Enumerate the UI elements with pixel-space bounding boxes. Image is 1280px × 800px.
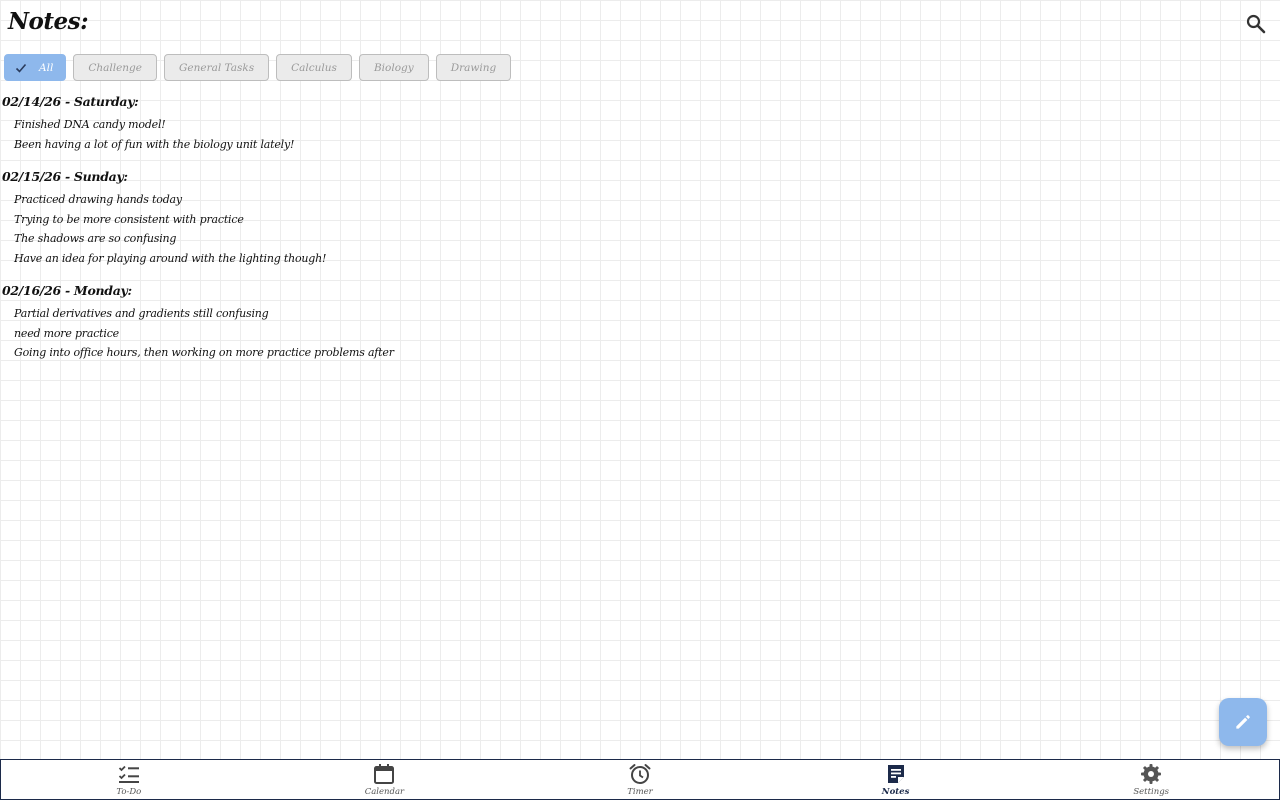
filter-chip-label: Calculus bbox=[291, 61, 337, 74]
note-entry[interactable]: Going into office hours, then working on… bbox=[2, 343, 394, 363]
filter-chip-calculus[interactable]: Calculus bbox=[276, 54, 352, 81]
note-entry[interactable]: Practiced drawing hands today bbox=[2, 190, 394, 210]
gear-icon bbox=[1141, 764, 1162, 784]
nav-label: Timer bbox=[627, 787, 653, 797]
note-date-heading[interactable]: 02/15/26 - Sunday: bbox=[2, 168, 394, 190]
note-entry[interactable]: Have an idea for playing around with the… bbox=[2, 249, 394, 269]
filter-chips: All Challenge General Tasks Calculus Bio… bbox=[4, 54, 512, 81]
nav-item-todo[interactable]: To-Do bbox=[1, 760, 257, 799]
filter-chip-all[interactable]: All bbox=[4, 54, 67, 81]
nav-item-settings[interactable]: Settings bbox=[1023, 760, 1279, 799]
filter-chip-label: Biology bbox=[373, 61, 414, 74]
note-day: 02/16/26 - Monday: Partial derivatives a… bbox=[2, 282, 394, 363]
alarm-clock-icon bbox=[629, 764, 651, 784]
pencil-icon bbox=[1236, 715, 1250, 729]
note-date-heading[interactable]: 02/16/26 - Monday: bbox=[2, 282, 394, 304]
note-day: 02/14/26 - Saturday: Finished DNA candy … bbox=[2, 93, 394, 154]
check-icon bbox=[15, 63, 27, 73]
new-note-button[interactable] bbox=[1219, 698, 1267, 746]
page-title: Notes: bbox=[8, 8, 89, 35]
filter-chip-label: General Tasks bbox=[179, 61, 255, 74]
nav-item-calendar[interactable]: Calendar bbox=[257, 760, 513, 799]
nav-label: Settings bbox=[1133, 787, 1170, 797]
note-date-heading[interactable]: 02/14/26 - Saturday: bbox=[2, 93, 394, 115]
note-entry[interactable]: Trying to be more consistent with practi… bbox=[2, 210, 394, 230]
search-icon bbox=[1246, 14, 1266, 34]
filter-chip-drawing[interactable]: Drawing bbox=[435, 54, 512, 81]
filter-chip-label: All bbox=[39, 61, 54, 74]
filter-chip-general-tasks[interactable]: General Tasks bbox=[164, 54, 270, 81]
notes-list: 02/14/26 - Saturday: Finished DNA candy … bbox=[2, 93, 394, 377]
note-icon bbox=[887, 765, 904, 783]
checklist-icon bbox=[118, 765, 139, 783]
note-entry[interactable]: The shadows are so confusing bbox=[2, 229, 394, 249]
filter-chip-label: Drawing bbox=[450, 61, 497, 74]
note-day: 02/15/26 - Sunday: Practiced drawing han… bbox=[2, 168, 394, 268]
calendar-icon bbox=[374, 764, 395, 784]
note-entry[interactable]: Been having a lot of fun with the biolog… bbox=[2, 135, 394, 155]
filter-chip-biology[interactable]: Biology bbox=[358, 54, 429, 81]
filter-chip-challenge[interactable]: Challenge bbox=[73, 54, 157, 81]
nav-item-timer[interactable]: Timer bbox=[512, 760, 768, 799]
nav-label: To-Do bbox=[116, 787, 142, 797]
note-entry[interactable]: need more practice bbox=[2, 324, 394, 344]
search-button[interactable] bbox=[1244, 12, 1268, 36]
nav-label: Calendar bbox=[364, 787, 405, 797]
note-entry[interactable]: Finished DNA candy model! bbox=[2, 115, 394, 135]
bottom-nav: To-Do Calendar Timer Notes Settings bbox=[0, 759, 1280, 800]
header: Notes: bbox=[0, 0, 1280, 50]
nav-item-notes[interactable]: Notes bbox=[768, 760, 1024, 799]
nav-label: Notes bbox=[881, 787, 910, 797]
note-entry[interactable]: Partial derivatives and gradients still … bbox=[2, 304, 394, 324]
filter-chip-label: Challenge bbox=[88, 61, 142, 74]
